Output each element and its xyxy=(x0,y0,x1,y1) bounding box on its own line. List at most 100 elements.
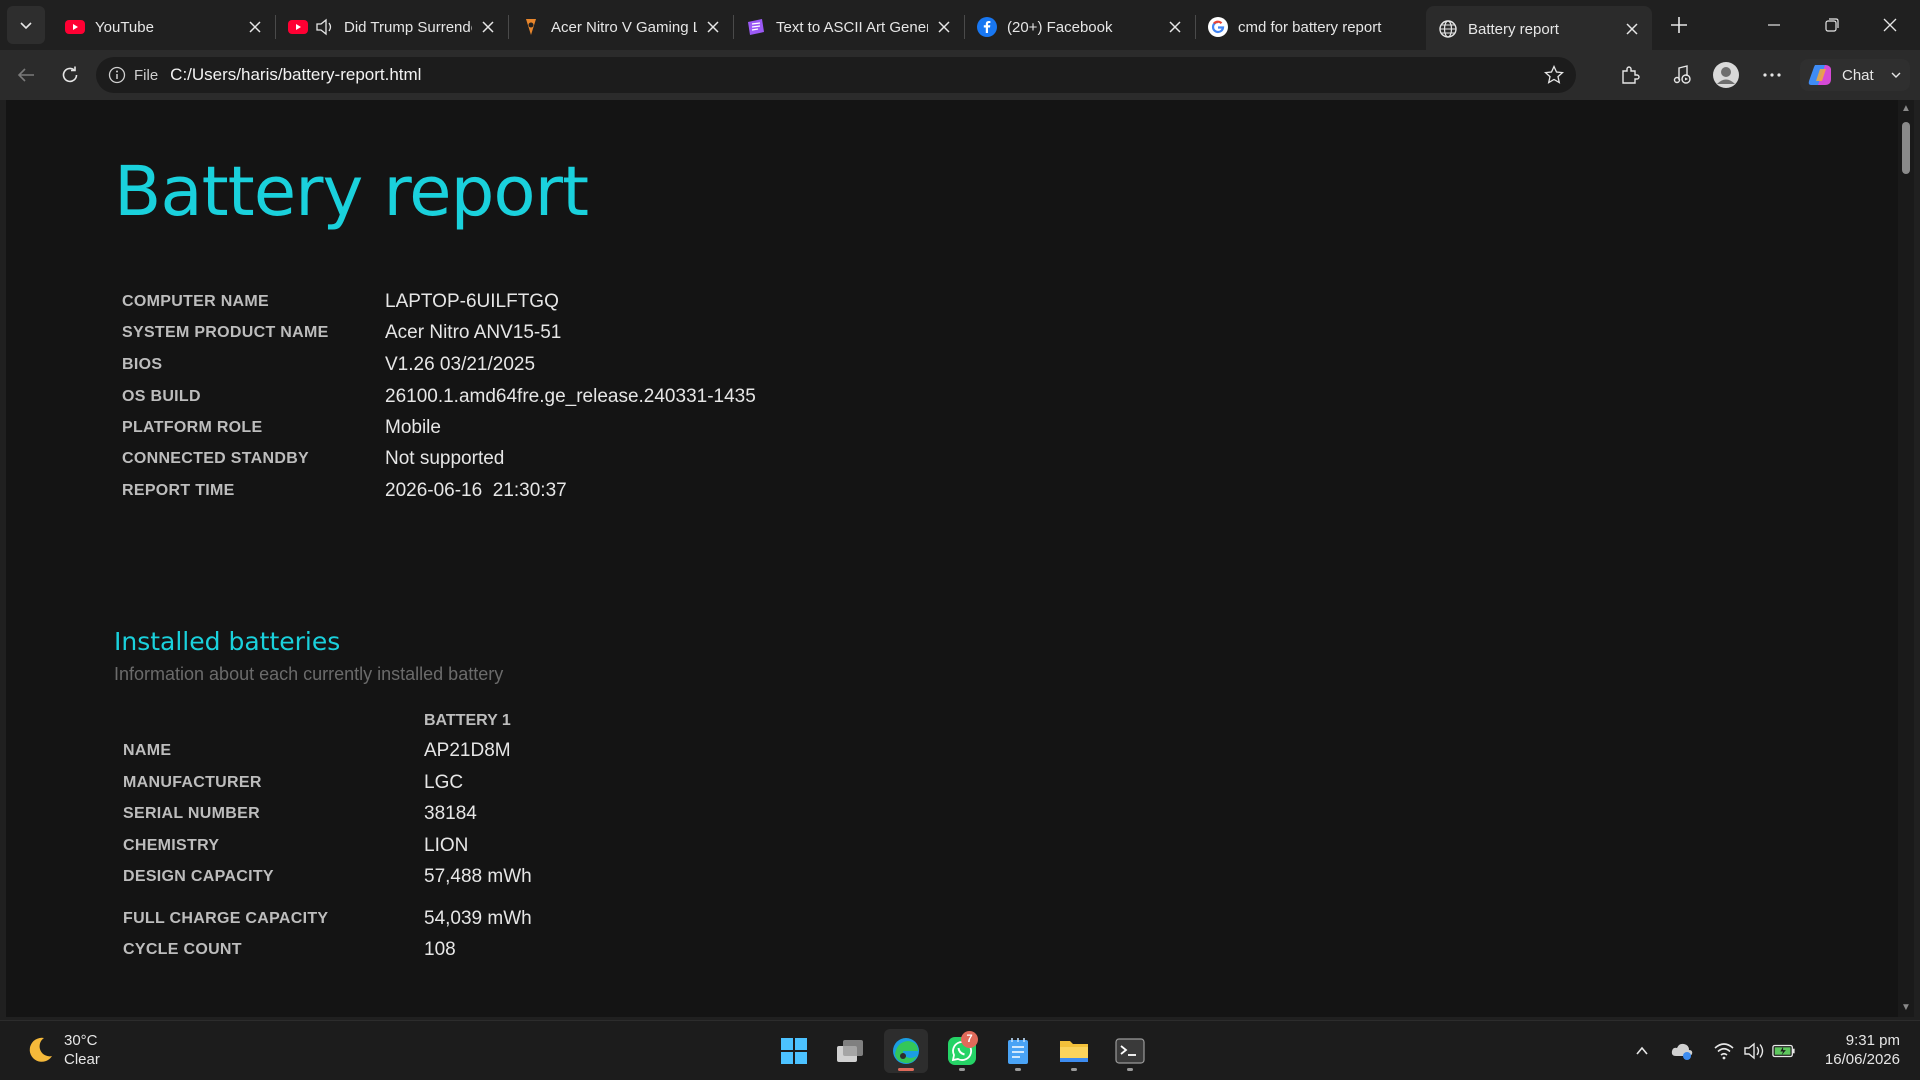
tab-title: (20+) Facebook xyxy=(1007,18,1113,36)
close-window-button[interactable] xyxy=(1861,0,1919,50)
onedrive-tray[interactable] xyxy=(1670,1039,1694,1063)
battery-charging-icon xyxy=(1772,1044,1795,1058)
chat-label: Chat xyxy=(1842,66,1874,84)
copilot-chat-button[interactable]: Chat xyxy=(1800,59,1910,91)
chevron-up-icon xyxy=(1636,1046,1648,1055)
taskbar-app-file-explorer[interactable] xyxy=(1052,1029,1096,1073)
wifi-tray[interactable] xyxy=(1712,1039,1736,1063)
info-row-connected-standby: CONNECTED STANDBY Not supported xyxy=(122,444,504,474)
info-row-report-time: REPORT TIME 2026-06-16 21:30:37 xyxy=(122,476,567,506)
tab-facebook[interactable]: (20+) Facebook xyxy=(965,7,1195,47)
system-clock[interactable]: 9:31 pm 16/06/2026 xyxy=(1810,1031,1900,1069)
cloud-icon xyxy=(1671,1043,1693,1060)
star-icon[interactable] xyxy=(1544,65,1564,85)
tab-battery-report[interactable]: Battery report xyxy=(1426,6,1652,52)
url-text[interactable]: C:/Users/haris/battery-report.html xyxy=(170,65,421,85)
info-row-os-build: OS BUILD 26100.1.amd64fre.ge_release.240… xyxy=(122,382,756,412)
close-tab-icon[interactable] xyxy=(703,17,723,37)
music-note-icon xyxy=(1673,65,1691,84)
tab-actions-menu-button[interactable] xyxy=(7,6,45,44)
weather-widget[interactable]: 30°C Clear xyxy=(24,1031,100,1069)
battery-label: CHEMISTRY xyxy=(123,837,220,854)
taskbar-app-terminal[interactable] xyxy=(1108,1029,1152,1073)
weather-temp: 30°C xyxy=(64,1032,98,1049)
page-scrollbar[interactable]: ▲ ▼ xyxy=(1898,100,1914,1017)
battery-row-full-charge-capacity: FULL CHARGE CAPACITY 54,039 mWh xyxy=(123,904,532,934)
info-label: OS BUILD xyxy=(122,388,201,405)
scrollbar-thumb[interactable] xyxy=(1902,122,1910,174)
media-control-button[interactable] xyxy=(1662,55,1702,95)
scroll-down-arrow-icon[interactable]: ▼ xyxy=(1901,1003,1911,1013)
info-row-system-product-name: SYSTEM PRODUCT NAME Acer Nitro ANV15-51 xyxy=(122,318,561,348)
battery-tray[interactable] xyxy=(1772,1039,1796,1063)
windows-logo-icon xyxy=(781,1038,807,1064)
info-label: PLATFORM ROLE xyxy=(122,419,263,436)
clock-time: 9:31 pm xyxy=(1845,1032,1900,1049)
scroll-up-arrow-icon[interactable]: ▲ xyxy=(1901,104,1911,114)
info-icon[interactable] xyxy=(108,66,126,84)
running-indicator xyxy=(959,1068,965,1071)
tab-cmd-battery[interactable]: cmd for battery report xyxy=(1196,7,1426,47)
clock-date: 16/06/2026 xyxy=(1824,1051,1900,1068)
close-tab-icon[interactable] xyxy=(1622,19,1642,39)
battery-label: NAME xyxy=(123,742,172,759)
start-button[interactable] xyxy=(772,1029,816,1073)
speaker-icon[interactable] xyxy=(314,17,334,37)
close-tab-icon[interactable] xyxy=(934,17,954,37)
minimize-button[interactable] xyxy=(1745,0,1803,50)
tab-title: Acer Nitro V Gaming Laptop xyxy=(551,18,697,36)
battery-value: 57,488 mWh xyxy=(424,866,532,887)
youtube-icon xyxy=(65,17,85,37)
info-label: CONNECTED STANDBY xyxy=(122,450,310,467)
info-value: Acer Nitro ANV15-51 xyxy=(385,322,562,343)
close-icon xyxy=(1883,18,1897,32)
battery-row-cycle-count: CYCLE COUNT 108 xyxy=(123,935,456,965)
taskbar-app-whatsapp[interactable]: 7 xyxy=(940,1029,984,1073)
section-heading-installed-batteries: Installed batteries xyxy=(114,627,341,656)
show-hidden-icons-button[interactable] xyxy=(1630,1039,1654,1063)
close-tab-icon[interactable] xyxy=(245,17,265,37)
close-tab-icon[interactable] xyxy=(478,17,498,37)
puzzle-icon xyxy=(1622,66,1640,84)
info-value: 2026-06-16 21:30:37 xyxy=(385,480,567,501)
scheme-label: File xyxy=(134,66,159,84)
chevron-down-icon xyxy=(20,22,32,30)
battery-column-header: BATTERY 1 xyxy=(424,712,511,729)
tab-youtube[interactable]: YouTube xyxy=(53,7,275,47)
battery-label: FULL CHARGE CAPACITY xyxy=(123,910,329,927)
settings-more-button[interactable] xyxy=(1752,55,1792,95)
battery-row-chemistry: CHEMISTRY LION xyxy=(123,831,468,861)
page-viewport: Battery report COMPUTER NAME LAPTOP-6UIL… xyxy=(6,100,1898,1017)
terminal-icon xyxy=(1115,1038,1145,1064)
battery-row-serial-number: SERIAL NUMBER 38184 xyxy=(123,799,477,829)
new-tab-button[interactable] xyxy=(1660,6,1698,44)
restore-button[interactable] xyxy=(1803,0,1861,50)
info-value: Mobile xyxy=(385,417,441,438)
back-button[interactable] xyxy=(6,55,46,95)
taskbar-app-edge[interactable] xyxy=(884,1029,928,1073)
battery-row-manufacturer: MANUFACTURER LGC xyxy=(123,768,463,798)
info-label: COMPUTER NAME xyxy=(122,293,270,310)
profile-button[interactable] xyxy=(1706,55,1746,95)
tab-did-trump[interactable]: Did Trump Surrender xyxy=(276,7,508,47)
chevron-down-icon xyxy=(1891,72,1901,78)
info-label: REPORT TIME xyxy=(122,482,235,499)
task-view-button[interactable] xyxy=(828,1029,872,1073)
volume-tray[interactable] xyxy=(1742,1039,1766,1063)
info-row-computer-name: COMPUTER NAME LAPTOP-6UILFTGQ xyxy=(122,287,559,317)
battery-value: 108 xyxy=(424,939,456,960)
tab-title: cmd for battery report xyxy=(1238,18,1382,36)
extensions-button[interactable] xyxy=(1610,55,1650,95)
google-icon xyxy=(1208,17,1228,37)
tab-ascii-art[interactable]: Text to ASCII Art Generator xyxy=(734,7,964,47)
refresh-button[interactable] xyxy=(50,55,90,95)
close-tab-icon[interactable] xyxy=(1165,17,1185,37)
copilot-icon xyxy=(1808,65,1831,85)
tab-acer-nitro[interactable]: Acer Nitro V Gaming Laptop xyxy=(509,7,733,47)
info-row-bios: BIOS V1.26 03/21/2025 xyxy=(122,350,535,380)
battery-label: MANUFACTURER xyxy=(123,774,262,791)
address-bar[interactable]: File C:/Users/haris/battery-report.html xyxy=(96,57,1576,93)
wifi-icon xyxy=(1714,1043,1734,1060)
taskbar-app-notepad[interactable] xyxy=(996,1029,1040,1073)
page-title: Battery report xyxy=(114,152,589,232)
